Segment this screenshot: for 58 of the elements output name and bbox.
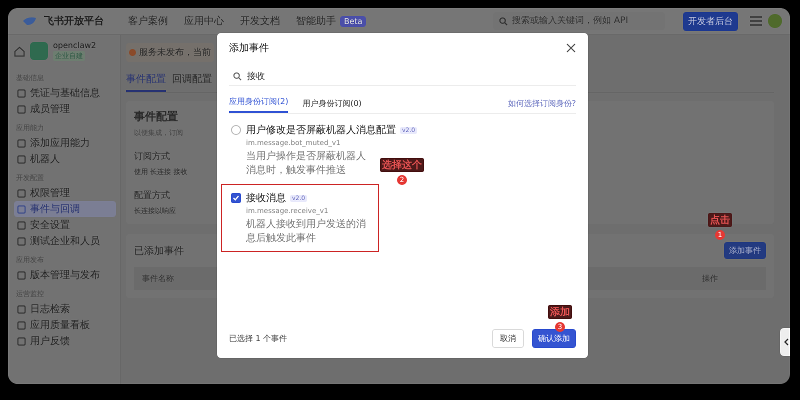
sidebar-item[interactable]: 成员管理 [14, 101, 116, 117]
annotation-label: 选择这个 [380, 158, 424, 172]
sidebar-item[interactable]: 应用质量看板 [14, 317, 116, 333]
tab[interactable]: 用户身份订阅(0) [302, 94, 362, 113]
add-event-button[interactable]: 添加事件 [724, 242, 766, 259]
sidebar-item[interactable]: 凭证与基础信息 [14, 85, 116, 101]
section-heading: 事件配置 [134, 109, 179, 124]
nav-link[interactable]: 客户案例 [128, 14, 168, 28]
developer-console-button[interactable]: 开发者后台 [683, 12, 738, 30]
chevron-left-icon [782, 338, 790, 346]
help-link[interactable]: 如何选择订阅身份? [508, 94, 576, 113]
sidebar-item[interactable]: 版本管理与发布 [14, 267, 116, 283]
sidebar-item[interactable]: 权限管理 [14, 185, 116, 201]
dialog-title: 添加事件 [229, 42, 269, 55]
tab[interactable]: 回调配置 [172, 72, 212, 92]
sidebar-item[interactable]: 日志检索 [14, 301, 116, 317]
home-icon[interactable] [14, 46, 25, 56]
menu-icon[interactable] [750, 16, 762, 26]
subscribe-label: 订阅方式 [134, 150, 171, 163]
confirm-button[interactable]: 确认添加 [532, 328, 576, 348]
app-name: openclaw2 [53, 41, 96, 50]
page-icon [17, 270, 26, 280]
section-heading: 已添加事件 [134, 244, 184, 258]
beta-badge: Beta [340, 16, 366, 26]
event-name: 用户修改是否屏蔽机器人消息配置 [246, 124, 396, 137]
sidebar-item[interactable]: 测试企业和人员 [14, 233, 116, 249]
tab[interactable]: 应用身份订阅(2) [229, 92, 288, 113]
nav-link[interactable]: 开发文档 [240, 14, 280, 28]
checkbox[interactable] [231, 125, 241, 135]
config-label: 配置方式 [134, 190, 171, 202]
search-icon [233, 72, 242, 80]
search-icon [499, 16, 508, 26]
tab[interactable]: 事件配置 [126, 72, 166, 92]
warning-icon [129, 49, 136, 56]
nav-link[interactable]: 应用中心 [184, 14, 224, 28]
cancel-button[interactable]: 取消 [492, 328, 524, 348]
close-icon[interactable] [566, 43, 576, 53]
event-name: 接收消息 [246, 192, 286, 205]
sidebar-item[interactable]: 用户反馈 [14, 333, 116, 349]
selection-count: 已选择 1 个事件 [229, 332, 288, 344]
checkbox[interactable] [231, 193, 241, 203]
nav-link[interactable]: 智能助手 [296, 14, 336, 28]
platform-logo[interactable]: 飞书开放平台 [44, 14, 104, 28]
event-description: 当用户操作是否屏蔽机器人消息时，触发事件推送 [246, 150, 367, 177]
column-header: 事件名称 [142, 273, 174, 284]
sidebar-item[interactable]: 机器人 [14, 151, 116, 167]
sidebar-item[interactable]: 安全设置 [14, 217, 116, 233]
annotation-label: 点击 [708, 213, 732, 227]
app-icon [30, 42, 48, 60]
collapse-tab[interactable] [780, 328, 790, 356]
notice-text: 服务未发布，当前 [139, 46, 211, 59]
event-description: 机器人接收到用户发送的消息后触发此事件 [246, 218, 367, 245]
column-header: 操作 [702, 273, 718, 284]
sidebar-item[interactable]: 添加应用能力 [14, 135, 116, 151]
bird-logo-icon [22, 15, 38, 27]
annotation-label: 添加 [548, 305, 572, 319]
event-search-field[interactable]: 接收 [229, 67, 576, 86]
sidebar-item[interactable]: 事件与回调 [14, 201, 116, 217]
